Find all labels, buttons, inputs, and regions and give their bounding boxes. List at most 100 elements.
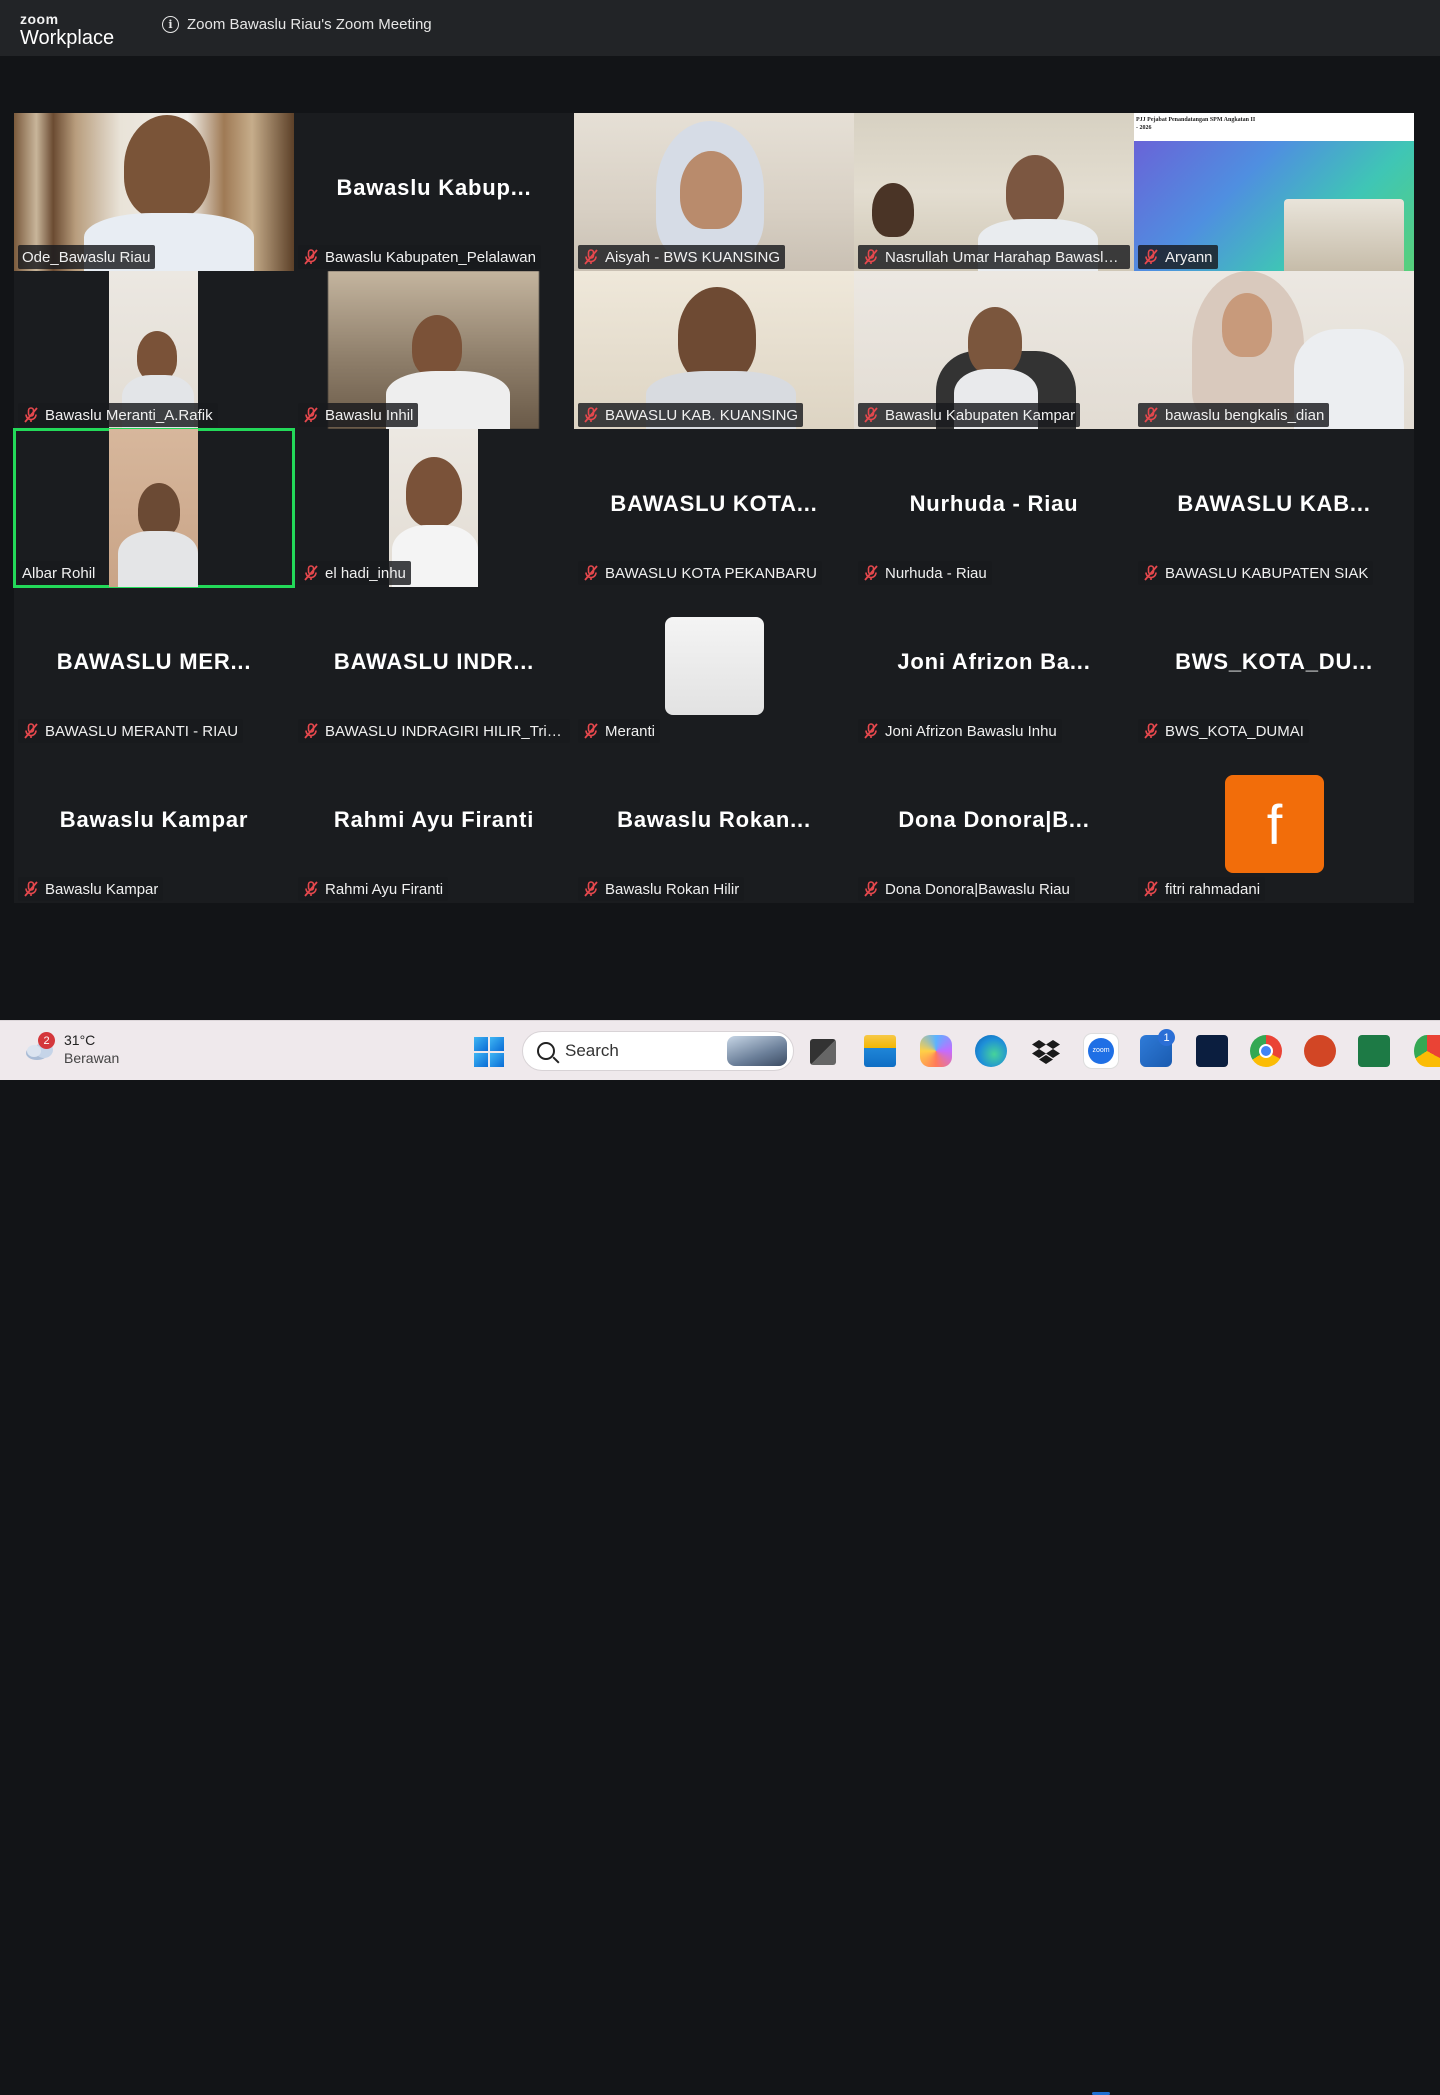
- mic-muted-icon: [862, 722, 880, 740]
- task-view-icon[interactable]: [810, 1039, 836, 1065]
- participant-name: BAWASLU INDRAGIRI HILIR_Tri Ga...: [325, 722, 565, 740]
- participant-name-tag: Bawaslu Kampar: [18, 877, 164, 901]
- participant-tile[interactable]: BAWASLU INDR... BAWASLU INDRAGIRI HILIR_…: [294, 587, 574, 745]
- participant-name-tag: Bawaslu Kabupaten Kampar: [858, 403, 1081, 427]
- participant-name: Albar Rohil: [22, 564, 96, 582]
- mic-muted-icon: [302, 880, 320, 898]
- mic-muted-icon: [302, 564, 320, 582]
- participant-tile[interactable]: BWS_KOTA_DU... BWS_KOTA_DUMAI: [1134, 587, 1414, 745]
- powerpoint-icon[interactable]: [1304, 1035, 1336, 1067]
- participant-tile[interactable]: BAWASLU KOTA... BAWASLU KOTA PEKANBARU: [574, 429, 854, 587]
- weather-widget[interactable]: 2 31°C Berawan: [24, 1031, 119, 1067]
- participant-display-name: Bawaslu Kampar: [59, 807, 249, 832]
- participant-tile[interactable]: Nurhuda - Riau Nurhuda - Riau: [854, 429, 1134, 587]
- participant-tile[interactable]: Ode_Bawaslu Riau: [14, 113, 294, 271]
- chrome-profile-icon[interactable]: [1414, 1035, 1440, 1067]
- participant-tile[interactable]: el hadi_inhu: [294, 429, 574, 587]
- file-explorer-icon[interactable]: [864, 1035, 896, 1067]
- participant-name-tag: bawaslu bengkalis_dian: [1138, 403, 1330, 427]
- participant-name: BAWASLU MERANTI - RIAU: [45, 722, 239, 740]
- zoom-app-icon[interactable]: zoom: [1084, 1034, 1118, 1068]
- participant-tile[interactable]: PJJ Pejabat Penandatangan SPM Angkatan I…: [1134, 113, 1414, 271]
- search-icon: [537, 1042, 555, 1060]
- title-bar: zoom Workplace i Zoom Bawaslu Riau's Zoo…: [0, 0, 1440, 56]
- microsoft-store-icon[interactable]: 1: [1140, 1029, 1175, 1067]
- participant-name: Nasrullah Umar Harahap Bawaslu ...: [885, 248, 1125, 266]
- participant-tile[interactable]: BAWASLU MER... BAWASLU MERANTI - RIAU: [14, 587, 294, 745]
- participant-tile[interactable]: Aisyah - BWS KUANSING: [574, 113, 854, 271]
- notification-badge: 1: [1158, 1029, 1175, 1046]
- participant-tile[interactable]: Meranti: [574, 587, 854, 745]
- mic-muted-icon: [1142, 722, 1160, 740]
- participant-display-name: Bawaslu Kabup...: [336, 175, 532, 200]
- windows-taskbar: 2 31°C Berawan Search zoom 1: [0, 1020, 1440, 2095]
- participant-tile[interactable]: Nasrullah Umar Harahap Bawaslu ...: [854, 113, 1134, 271]
- participant-tile[interactable]: Rahmi Ayu Firanti Rahmi Ayu Firanti: [294, 745, 574, 903]
- participant-name-tag: BWS_KOTA_DUMAI: [1138, 719, 1309, 743]
- participant-tile[interactable]: BAWASLU KAB... BAWASLU KABUPATEN SIAK: [1134, 429, 1414, 587]
- participant-tile[interactable]: Bawaslu Kabupaten Kampar: [854, 271, 1134, 429]
- participant-name: BAWASLU KABUPATEN SIAK: [1165, 564, 1369, 582]
- participant-name-tag: el hadi_inhu: [298, 561, 411, 585]
- mic-muted-icon: [302, 248, 320, 266]
- participant-tile[interactable]: Bawaslu Inhil: [294, 271, 574, 429]
- participant-name-tag: BAWASLU INDRAGIRI HILIR_Tri Ga...: [298, 719, 570, 743]
- copilot-icon[interactable]: [920, 1035, 952, 1067]
- participant-name: Bawaslu Kabupaten Kampar: [885, 406, 1076, 424]
- participant-tile[interactable]: Dona Donora|B... Dona Donora|Bawaslu Ria…: [854, 745, 1134, 903]
- meeting-info[interactable]: i Zoom Bawaslu Riau's Zoom Meeting: [162, 16, 432, 33]
- mic-muted-icon: [1142, 406, 1160, 424]
- participant-name: Bawaslu Kabupaten_Pelalawan: [325, 248, 536, 266]
- participant-name-tag: Bawaslu Rokan Hilir: [578, 877, 745, 901]
- participant-tile-active-speaker[interactable]: Albar Rohil: [13, 428, 295, 588]
- mic-muted-icon: [22, 722, 40, 740]
- weather-condition: Berawan: [64, 1050, 120, 1066]
- participant-name: BAWASLU KAB. KUANSING: [605, 406, 799, 424]
- participant-name-tag: BAWASLU KAB. KUANSING: [578, 403, 804, 427]
- participant-name-tag: Bawaslu Kabupaten_Pelalawan: [298, 245, 541, 269]
- info-icon[interactable]: i: [162, 16, 179, 33]
- mic-muted-icon: [1142, 880, 1160, 898]
- participant-display-name: BAWASLU INDR...: [333, 649, 535, 674]
- participant-name: Rahmi Ayu Firanti: [325, 880, 444, 898]
- search-highlight-image: [727, 1036, 787, 1066]
- dropbox-icon[interactable]: [1030, 1035, 1062, 1067]
- zoom-workplace-logo: zoom Workplace: [20, 12, 114, 48]
- participant-name-tag: Bawaslu Inhil: [298, 403, 419, 427]
- participant-name-tag: Nurhuda - Riau: [858, 561, 992, 585]
- participant-display-name: Nurhuda - Riau: [909, 491, 1079, 516]
- participant-tile[interactable]: bawaslu bengkalis_dian: [1134, 271, 1414, 429]
- edge-browser-icon[interactable]: [975, 1035, 1007, 1067]
- search-label: Search: [565, 1041, 619, 1060]
- participant-name: Bawaslu Kampar: [45, 880, 159, 898]
- participant-name: Aryann: [1165, 248, 1213, 266]
- mic-muted-icon: [1142, 248, 1160, 266]
- taskbar-search[interactable]: Search: [522, 1031, 794, 1071]
- participant-tile[interactable]: f fitri rahmadani: [1134, 745, 1414, 903]
- participant-tile[interactable]: Bawaslu Kabup... Bawaslu Kabupaten_Pelal…: [294, 113, 574, 271]
- participant-name: Bawaslu Inhil: [325, 406, 414, 424]
- participant-name: el hadi_inhu: [325, 564, 406, 582]
- mic-muted-icon: [22, 406, 40, 424]
- participant-tile[interactable]: Bawaslu Kampar Bawaslu Kampar: [14, 745, 294, 903]
- participant-tile[interactable]: BAWASLU KAB. KUANSING: [574, 271, 854, 429]
- participant-tile[interactable]: Joni Afrizon Ba... Joni Afrizon Bawaslu …: [854, 587, 1134, 745]
- participant-name: Aisyah - BWS KUANSING: [605, 248, 781, 266]
- participant-name-tag: Bawaslu Meranti_A.Rafik: [18, 403, 218, 427]
- participant-name-tag: BAWASLU MERANTI - RIAU: [18, 719, 244, 743]
- windows-start-icon[interactable]: [474, 1037, 504, 1067]
- participant-display-name: Rahmi Ayu Firanti: [333, 807, 535, 832]
- security-app-icon[interactable]: [1196, 1035, 1228, 1067]
- participant-name: Nurhuda - Riau: [885, 564, 987, 582]
- mic-muted-icon: [582, 406, 600, 424]
- participant-tile[interactable]: Bawaslu Rokan... Bawaslu Rokan Hilir: [574, 745, 854, 903]
- excel-icon[interactable]: [1358, 1035, 1390, 1067]
- participant-name-tag: Joni Afrizon Bawaslu Inhu: [858, 719, 1062, 743]
- participant-name: Meranti: [605, 722, 656, 740]
- mic-muted-icon: [582, 880, 600, 898]
- cloudy-weather-icon: 2: [24, 1032, 56, 1062]
- participant-display-name: Dona Donora|B...: [898, 807, 1090, 832]
- participant-display-name: Bawaslu Rokan...: [617, 807, 811, 832]
- participant-tile[interactable]: Bawaslu Meranti_A.Rafik: [14, 271, 294, 429]
- chrome-browser-icon[interactable]: [1250, 1035, 1282, 1067]
